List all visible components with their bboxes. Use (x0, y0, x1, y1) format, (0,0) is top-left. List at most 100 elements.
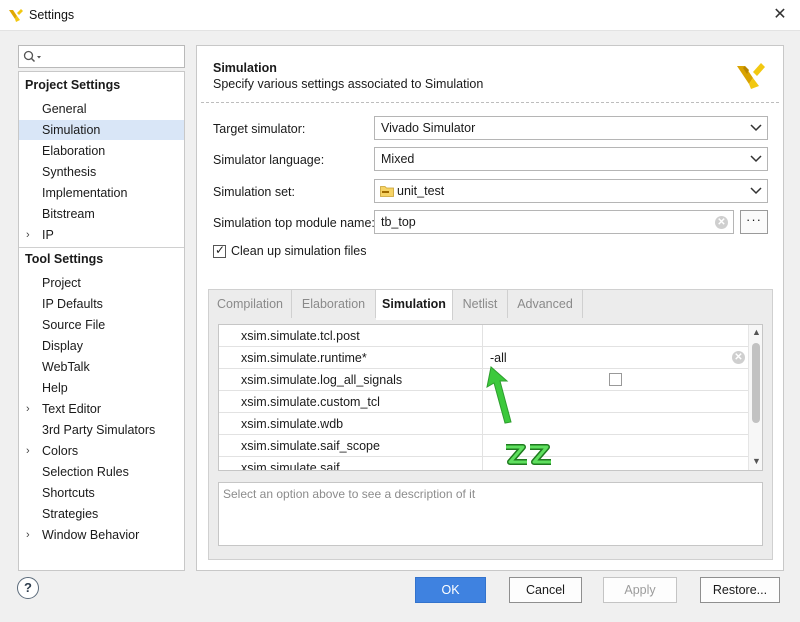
sidebar-item-display[interactable]: Display (19, 336, 184, 356)
property-key: xsim.simulate.saif (241, 461, 340, 471)
target-simulator-value: Vivado Simulator (381, 121, 476, 135)
section-title: Simulation (213, 61, 277, 75)
sidebar-item-ip[interactable]: › IP (19, 225, 184, 245)
sidebar-item-label: Bitstream (42, 207, 95, 221)
sidebar-item-label: IP (42, 228, 54, 242)
property-key: xsim.simulate.wdb (241, 417, 344, 431)
clear-input-icon[interactable]: ✕ (715, 216, 728, 229)
sidebar-item-elaboration[interactable]: Elaboration (19, 141, 184, 161)
cancel-button[interactable]: Cancel (509, 577, 582, 603)
chevron-down-icon (750, 155, 762, 163)
sidebar-item-text-editor[interactable]: › Text Editor (19, 399, 184, 419)
sidebar-item-window-behavior[interactable]: › Window Behavior (19, 525, 184, 545)
property-row[interactable]: xsim.simulate.log_all_signals (219, 369, 748, 391)
browse-module-button[interactable]: ··· (740, 210, 768, 234)
tab-advanced[interactable]: Advanced (508, 290, 583, 318)
search-icon (23, 50, 41, 63)
tab-netlist[interactable]: Netlist (453, 290, 508, 318)
sidebar-item-general[interactable]: General (19, 99, 184, 119)
top-module-label: Simulation top module name: (213, 216, 375, 230)
sidebar-item-label: Simulation (42, 123, 101, 137)
tool-settings-header: Tool Settings (25, 252, 104, 266)
sidebar-item-label: Elaboration (42, 144, 106, 158)
property-key: xsim.simulate.log_all_signals (241, 373, 403, 387)
chevron-down-icon (750, 124, 762, 132)
sidebar-item-label: Strategies (42, 507, 99, 521)
sidebar-item-label: WebTalk (42, 360, 90, 374)
sidebar-item-bitstream[interactable]: Bitstream (19, 204, 184, 224)
property-value[interactable]: -all (490, 351, 507, 365)
section-description: Specify various settings associated to S… (213, 77, 484, 91)
clear-value-icon[interactable]: ✕ (732, 351, 745, 364)
property-row[interactable]: xsim.simulate.wdb (219, 413, 748, 435)
sidebar-item-label: Colors (42, 444, 79, 458)
property-row[interactable]: xsim.simulate.custom_tcl (219, 391, 748, 413)
sidebar-item-label: Window Behavior (42, 528, 140, 542)
tab-content: xsim.simulate.tcl.post xsim.simulate.runt… (215, 324, 766, 554)
sidebar-item-label: Implementation (42, 186, 128, 200)
property-scrollbar[interactable]: ▲ ▼ (748, 325, 762, 470)
property-key: xsim.simulate.tcl.post (241, 329, 360, 343)
sidebar-item-help[interactable]: Help (19, 378, 184, 398)
sidebar-item-label: Project (42, 276, 81, 290)
sidebar-item-project[interactable]: Project (19, 273, 184, 293)
chevron-right-icon[interactable]: › (26, 441, 30, 461)
property-row[interactable]: xsim.simulate.saif (219, 457, 748, 471)
sidebar-item-selection-rules[interactable]: Selection Rules (19, 462, 184, 482)
sidebar-item-simulation[interactable]: Simulation (19, 120, 184, 140)
cleanup-checkbox[interactable]: ✓ (213, 243, 226, 258)
sidebar-item-implementation[interactable]: Implementation (19, 183, 184, 203)
sidebar-item-label: IP Defaults (42, 297, 103, 311)
header-divider (201, 102, 779, 103)
close-icon[interactable]: ✕ (768, 4, 792, 26)
property-key: xsim.simulate.saif_scope (241, 439, 380, 453)
tab-simulation[interactable]: Simulation (376, 290, 453, 320)
target-simulator-label: Target simulator: (213, 122, 306, 136)
folder-icon (380, 186, 394, 197)
simulation-set-select[interactable]: unit_test (374, 179, 768, 203)
sidebar-item-strategies[interactable]: Strategies (19, 504, 184, 524)
target-simulator-select[interactable]: Vivado Simulator (374, 116, 768, 140)
tab-compilation[interactable]: Compilation (209, 290, 292, 318)
apply-button[interactable]: Apply (603, 577, 677, 603)
vivado-logo-icon (9, 9, 23, 22)
sidebar-item-synthesis[interactable]: Synthesis (19, 162, 184, 182)
scroll-thumb[interactable] (752, 343, 760, 423)
ok-button[interactable]: OK (415, 577, 486, 603)
title-bar: Settings ✕ (0, 0, 800, 31)
settings-search-input[interactable] (18, 45, 185, 68)
property-row[interactable]: xsim.simulate.saif_scope (219, 435, 748, 457)
chevron-right-icon[interactable]: › (26, 525, 30, 545)
option-description-placeholder: Select an option above to see a descript… (223, 487, 476, 501)
sidebar-item-label: Text Editor (42, 402, 102, 416)
chevron-down-icon (750, 187, 762, 195)
sidebar-item-source-file[interactable]: Source File (19, 315, 184, 335)
restore-button[interactable]: Restore... (700, 577, 780, 603)
sidebar-item-label: 3rd Party Simulators (42, 423, 156, 437)
sidebar-item-shortcuts[interactable]: Shortcuts (19, 483, 184, 503)
sidebar-item-label: Selection Rules (42, 465, 129, 479)
scroll-up-icon[interactable]: ▲ (749, 327, 762, 339)
sidebar-item-ip-defaults[interactable]: IP Defaults (19, 294, 184, 314)
scroll-down-icon[interactable]: ▼ (749, 456, 762, 468)
settings-nav-tree: Project Settings General Simulation Elabora… (18, 71, 185, 571)
top-module-value: tb_top (381, 215, 416, 229)
sidebar-item-3rd-party-simulators[interactable]: 3rd Party Simulators (19, 420, 184, 440)
settings-content-panel: Simulation Specify various settings asso… (196, 45, 784, 571)
simulator-language-select[interactable]: Mixed (374, 147, 768, 171)
chevron-right-icon[interactable]: › (26, 399, 30, 419)
sidebar-item-colors[interactable]: › Colors (19, 441, 184, 461)
zz-annotation-icon (506, 444, 551, 465)
property-key: xsim.simulate.custom_tcl (241, 395, 380, 409)
project-settings-header: Project Settings (25, 78, 121, 92)
sidebar-item-label: Display (42, 339, 83, 353)
property-row[interactable]: xsim.simulate.runtime* -all ✕ (219, 347, 748, 369)
property-row[interactable]: xsim.simulate.tcl.post (219, 325, 748, 347)
sidebar-item-webtalk[interactable]: WebTalk (19, 357, 184, 377)
option-description-box: Select an option above to see a descript… (218, 482, 763, 546)
property-checkbox[interactable] (609, 373, 622, 386)
top-module-input[interactable]: tb_top ✕ (374, 210, 734, 234)
chevron-right-icon[interactable]: › (26, 225, 30, 245)
tab-elaboration[interactable]: Elaboration (292, 290, 376, 318)
help-button[interactable]: ? (17, 577, 39, 599)
